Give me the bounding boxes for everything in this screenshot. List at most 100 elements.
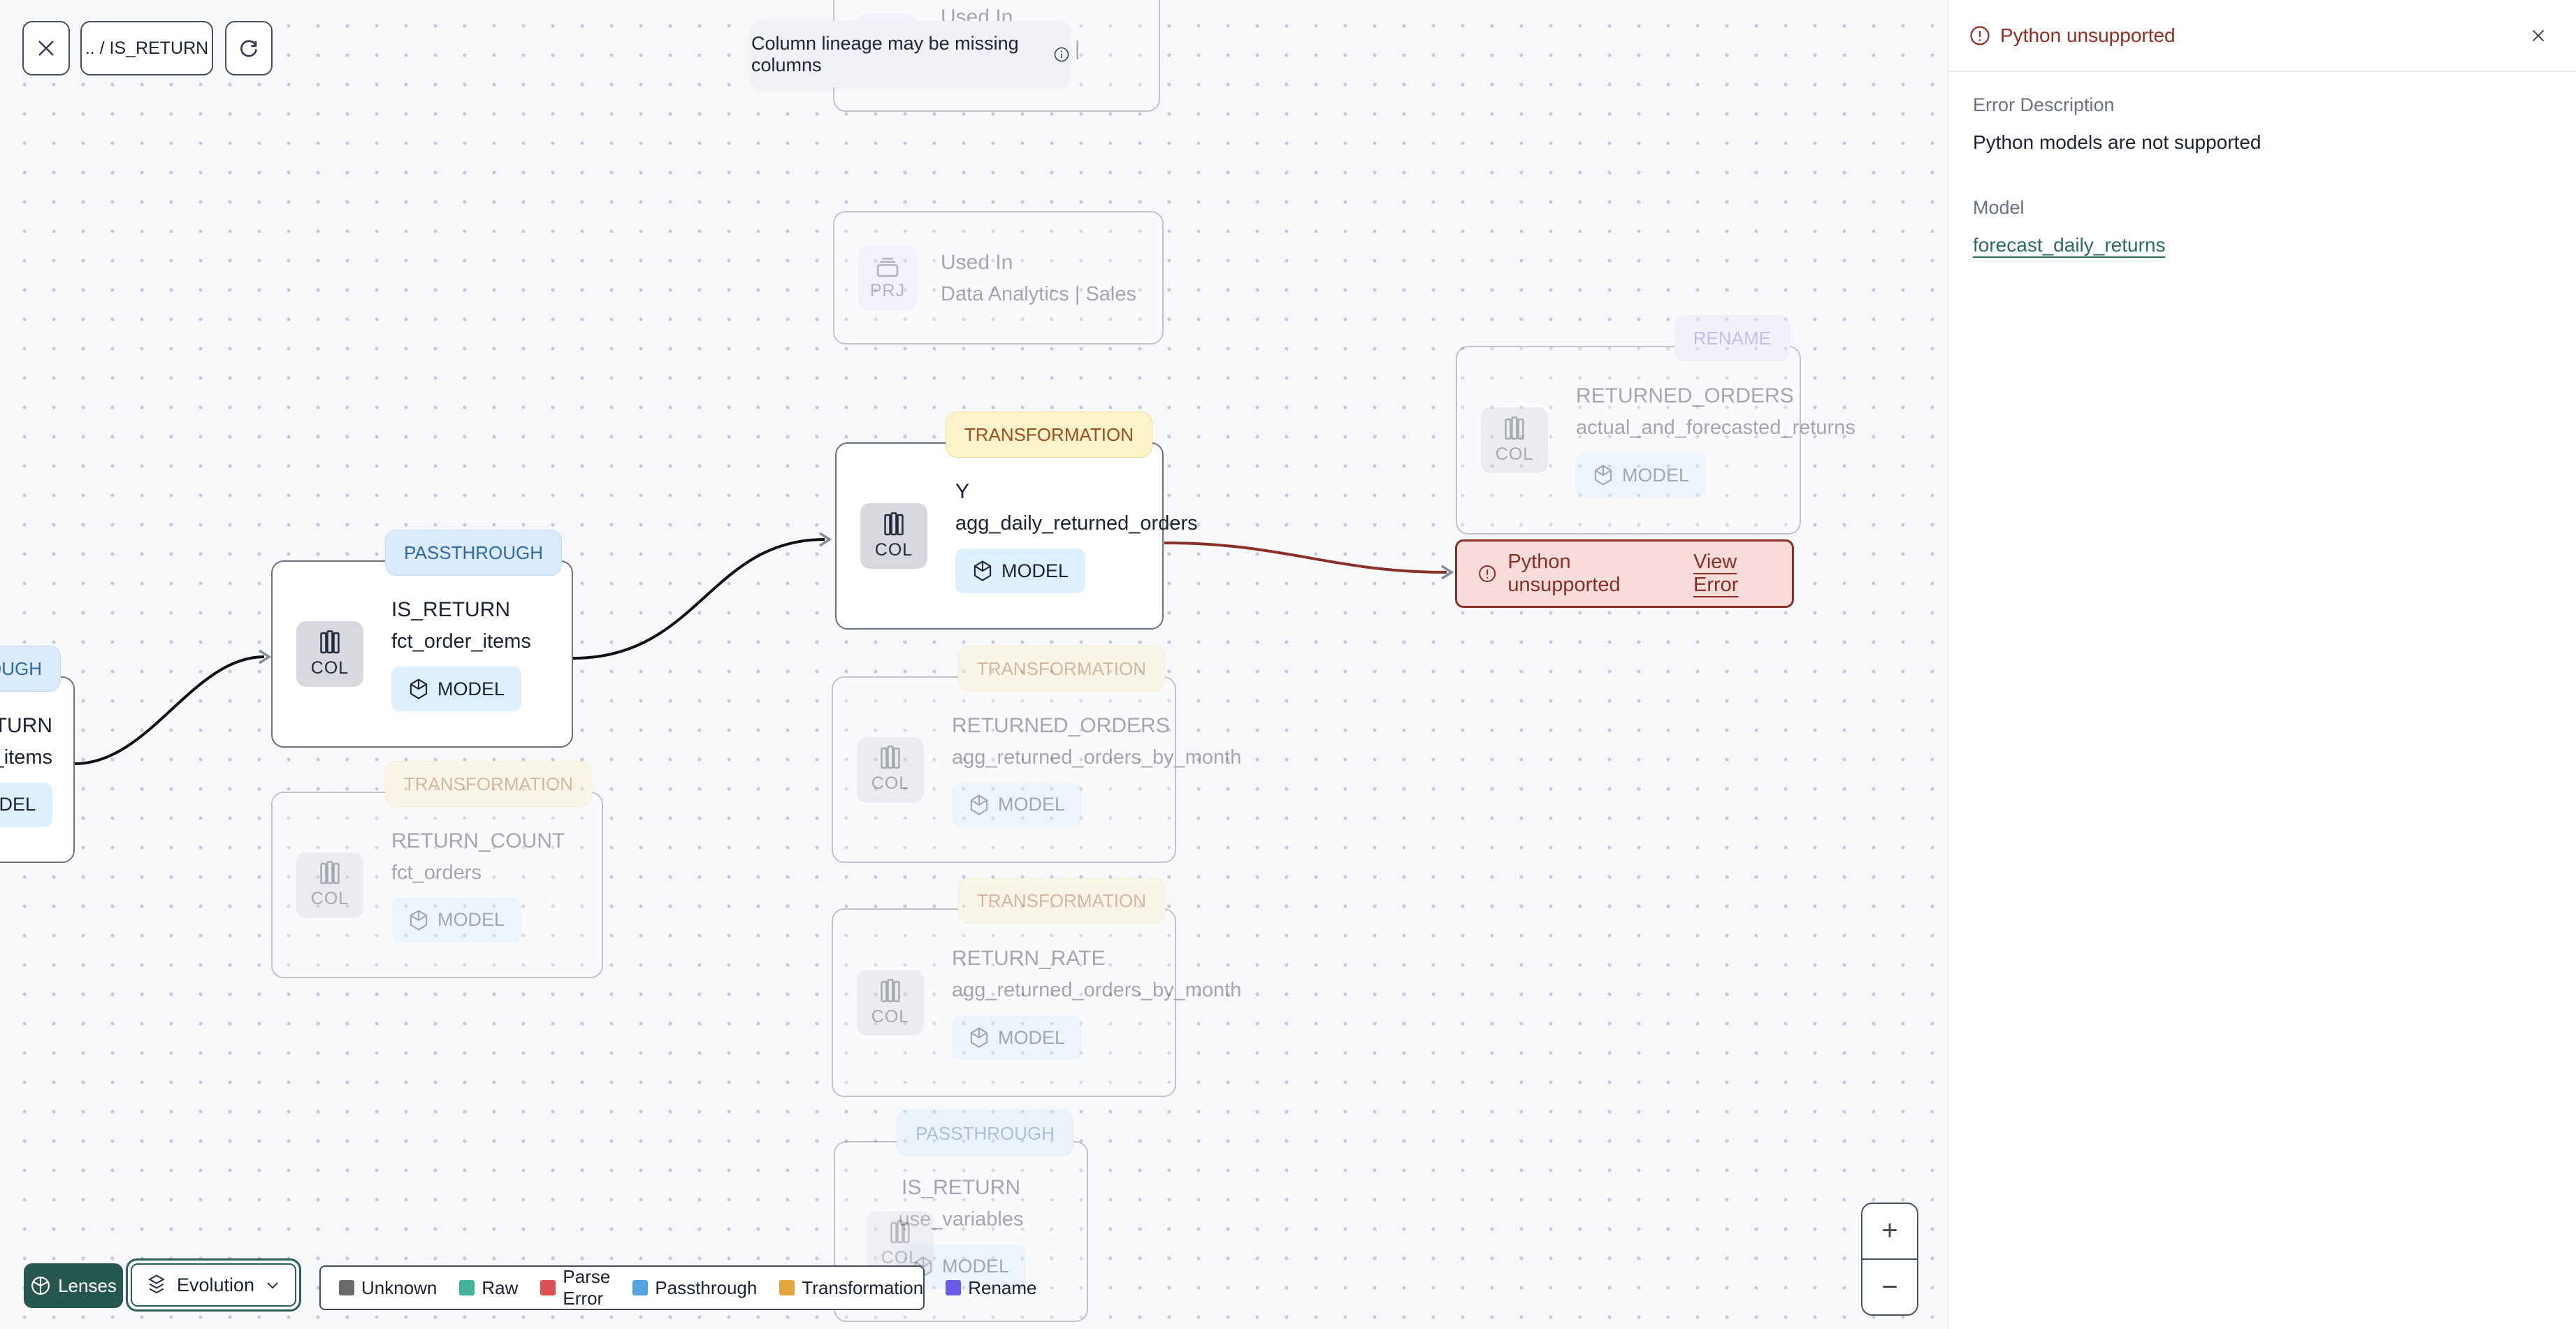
node-subtitle: fct_order_items (0, 746, 52, 769)
badge-label: COL (1495, 444, 1534, 464)
legend-item-raw: Raw (459, 1277, 518, 1299)
edge-arrowhead (819, 532, 832, 547)
zoom-in-button[interactable]: + (1862, 1204, 1917, 1258)
cube-icon (970, 1027, 988, 1048)
error-node-label: Python unsupported (1507, 551, 1621, 596)
error-details-panel: Python unsupported Error Description Pyt… (1948, 0, 2576, 1329)
model-badge-label: MODEL (1622, 464, 1690, 486)
model-badge: MODEL (952, 1015, 1083, 1060)
lenses-button[interactable]: Lenses (24, 1263, 123, 1308)
panel-close-button[interactable] (2521, 19, 2555, 52)
badge-label: COL (874, 539, 913, 560)
cube-icon (970, 794, 988, 815)
legend-swatch (459, 1280, 475, 1295)
refresh-button[interactable] (225, 21, 273, 75)
close-lineage-button[interactable] (22, 21, 70, 75)
passthrough-tag: PASSTHROUGH (0, 646, 61, 692)
error-panel-body: Error Description Python models are not … (1973, 94, 2553, 256)
banner-text: Column lineage may be missing columns (751, 32, 1019, 75)
breadcrumb[interactable]: .. / IS_RETURN (80, 21, 213, 75)
project-badge: PRJ (858, 245, 917, 310)
badge-label: COL (310, 658, 349, 678)
error-panel-header: Python unsupported (1948, 0, 2576, 72)
badge-label: COL (871, 774, 910, 793)
model-badge-label: MODEL (0, 794, 36, 815)
error-panel-title-text: Python unsupported (2000, 24, 2176, 46)
model-badge: MODEL (952, 782, 1083, 827)
layers-icon (148, 1274, 165, 1294)
columns-icon (890, 1219, 910, 1243)
chevron-down-icon (267, 1282, 278, 1289)
transformation-tag: TRANSFORMATION (945, 412, 1152, 458)
node-fct-order-items[interactable]: PASSTHROUGH COL IS_RETURN fct_order_item… (271, 530, 573, 748)
node-agg-daily-returned-orders[interactable]: TRANSFORMATION COL Y agg_daily_returned_… (835, 412, 1198, 630)
rename-tag: RENAME (1674, 315, 1790, 361)
badge-label: COL (871, 1006, 910, 1026)
model-badge: MODEL (1576, 453, 1707, 498)
edge-left-to-fct-order-items (74, 655, 265, 765)
legend-swatch (946, 1280, 962, 1295)
columns-icon (1505, 416, 1524, 440)
model-link[interactable]: forecast_daily_returns (1973, 234, 2165, 256)
model-badge-label: MODEL (998, 794, 1066, 815)
legend-label: Passthrough (655, 1277, 758, 1298)
alert-circle-icon (1970, 25, 1990, 45)
legend-label: Transformation (802, 1277, 924, 1298)
node-subtitle: fct_order_items (391, 630, 531, 653)
model-badge-label: MODEL (437, 678, 505, 699)
legend-label: Parse Error (563, 1266, 611, 1309)
legend-item-rename: Rename (946, 1277, 1036, 1299)
refresh-icon (240, 40, 257, 57)
node-actual-and-forecasted-returns[interactable]: RENAME COL RETURNED_ORDERS actual_and_fo… (1456, 315, 1855, 535)
model-badge: MODEL (955, 549, 1086, 593)
legend-item-unknown: Unknown (339, 1277, 437, 1299)
node-title: Used In (941, 250, 1013, 274)
node-title: RETURNED_ORDERS (952, 713, 1170, 737)
node-fct-orders[interactable]: TRANSFORMATION COL RETURN_COUNT fct_orde… (271, 761, 603, 978)
columns-icon (320, 861, 340, 885)
passthrough-tag: PASSTHROUGH (385, 530, 562, 576)
node-subtitle: agg_daily_returned_orders (955, 512, 1198, 535)
model-badge: MODEL (0, 782, 52, 827)
badge-label: PRJ (869, 281, 906, 300)
legend-swatch (779, 1280, 795, 1295)
transformation-tag: TRANSFORMATION (957, 878, 1165, 924)
node-title: IS_RETURN (0, 713, 52, 737)
model-badge-label: MODEL (1001, 560, 1069, 581)
zoom-out-button[interactable]: − (1862, 1260, 1917, 1314)
cube-icon (410, 909, 428, 931)
lens-selector-dropdown[interactable]: Evolution (131, 1263, 297, 1307)
node-agg-returned-orders-by-month[interactable]: TRANSFORMATION COL RETURNED_ORDERS agg_r… (832, 646, 1241, 863)
legend-item-parse-error: Parse Error (540, 1266, 610, 1309)
error-node-python-unsupported[interactable]: Python unsupported View Error (1455, 539, 1794, 608)
node-fct-order-items-offscreen[interactable]: PASSTHROUGH IS_RETURN fct_order_items MO… (0, 646, 75, 863)
column-badge: COL (857, 970, 924, 1036)
node-title: IS_RETURN (391, 598, 511, 621)
node-return-rate[interactable]: TRANSFORMATION COL RETURN_RATE agg_retur… (832, 878, 1241, 1097)
cube-icon (410, 678, 428, 699)
transformation-tag: TRANSFORMATION (384, 761, 592, 807)
close-icon (38, 41, 54, 56)
model-badge-label: MODEL (998, 1026, 1066, 1048)
legend-item-transformation: Transformation (779, 1277, 923, 1299)
lens-selector-value: Evolution (177, 1274, 255, 1295)
badge-label: COL (310, 889, 349, 908)
column-badge: COL (1481, 407, 1548, 473)
model-badge: MODEL (391, 667, 522, 711)
cube-icon (1594, 465, 1612, 486)
column-badge: COL (296, 852, 363, 918)
zoom-controls: + − (1861, 1203, 1918, 1316)
node-subtitle: agg_returned_orders_by_month (952, 979, 1242, 1001)
columns-icon (320, 630, 340, 653)
info-icon[interactable] (1053, 45, 1070, 64)
columns-icon (881, 746, 900, 769)
node-title: RETURN_RATE (952, 947, 1106, 970)
lens-aperture-icon (31, 1277, 50, 1295)
node-used-in-sales[interactable]: PRJ Used In Data Analytics | Sales (833, 211, 1164, 344)
column-badge: COL (296, 621, 363, 687)
view-error-link[interactable]: View Error (1693, 551, 1771, 597)
column-badge: COL (857, 736, 924, 803)
legend-swatch (540, 1280, 556, 1295)
legend-item-passthrough: Passthrough (632, 1277, 757, 1299)
legend-label: Raw (482, 1277, 519, 1298)
